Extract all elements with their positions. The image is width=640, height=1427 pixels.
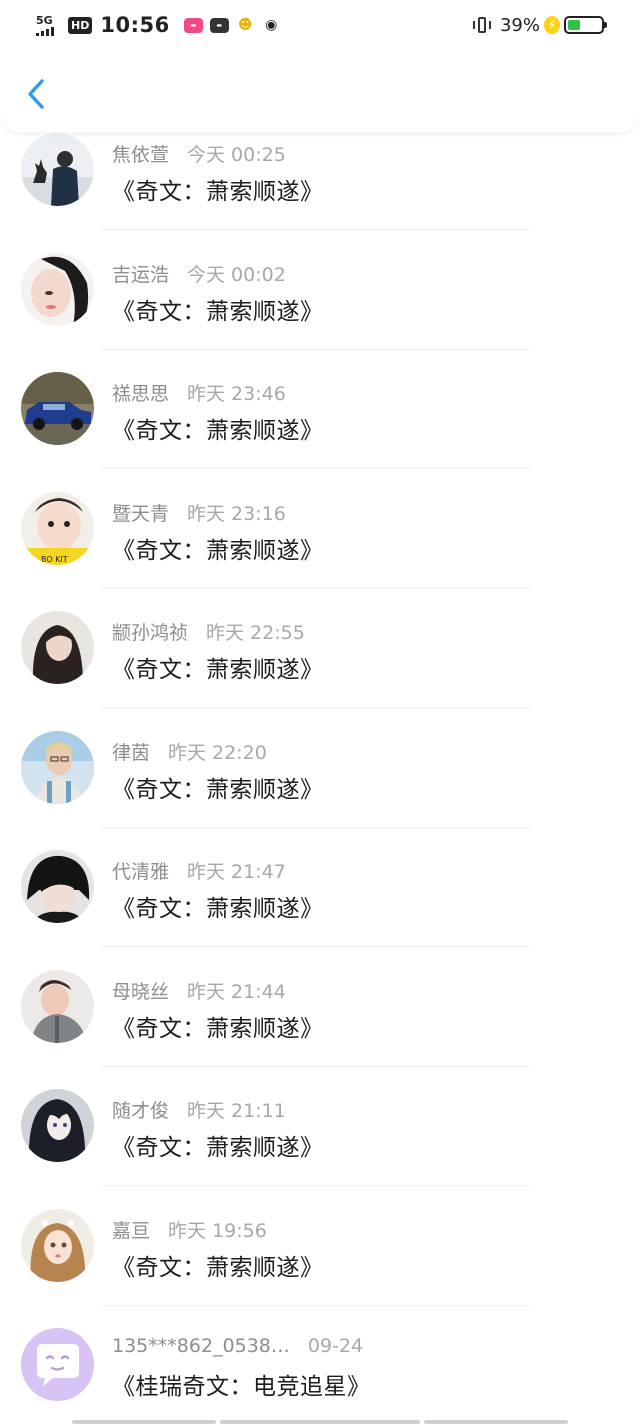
message-time: 昨天 22:55: [206, 622, 305, 644]
message-header: 随才俊 昨天 21:11: [112, 1096, 286, 1123]
divider: [100, 229, 530, 230]
sender-name: 暨天青: [112, 502, 170, 525]
message-item[interactable]: 随才俊 昨天 21:11 《奇文：萧索顺遂》: [0, 1086, 640, 1206]
divider: [100, 1065, 530, 1067]
divider: [100, 707, 530, 708]
message-text[interactable]: 《奇文：萧索顺遂》: [112, 292, 324, 326]
message-item[interactable]: 焦依萱 今天 00:25 《奇文：萧索顺遂》: [0, 130, 640, 250]
message-item[interactable]: 律茵 昨天 22:20 《奇文：萧索顺遂》: [0, 728, 640, 848]
signal-icon: 5G: [36, 13, 58, 37]
avatar[interactable]: BO KIT: [21, 491, 94, 565]
message-text[interactable]: 《奇文：萧索顺遂》: [112, 889, 324, 923]
message-header: 代清雅 昨天 21:47: [112, 857, 286, 884]
message-time: 昨天 21:47: [187, 861, 286, 883]
sender-name: 律茵: [112, 741, 151, 764]
network-type: 5G: [36, 14, 53, 27]
message-time: 昨天 22:20: [168, 741, 267, 764]
divider: [100, 1185, 530, 1186]
avatar[interactable]: [21, 252, 94, 326]
message-header: 禚思思 昨天 23:46: [112, 379, 286, 406]
charging-icon: ⚡: [544, 16, 560, 34]
message-time: 09-24: [307, 1335, 364, 1357]
sender-name: 焦依萱: [112, 144, 170, 166]
sender-name: 嘉亘: [112, 1219, 151, 1242]
sender-name: 吉运浩: [112, 263, 170, 286]
avatar[interactable]: [21, 850, 94, 923]
message-item[interactable]: BO KIT 暨天青 昨天 23:16 《奇文：萧索顺遂》: [0, 489, 640, 609]
clock: 10:56: [100, 13, 170, 37]
sender-name: 禚思思: [112, 383, 170, 405]
message-time: 昨天 23:46: [187, 383, 286, 405]
weibo-icon: ◉: [265, 17, 278, 33]
message-item[interactable]: 母晓丝 昨天 21:44 《奇文：萧索顺遂》: [0, 967, 640, 1087]
divider: [100, 587, 530, 589]
message-header: 135***862_0538… 09-24: [112, 1335, 363, 1357]
youku-icon: ▬: [209, 17, 229, 33]
message-text[interactable]: 《奇文：萧索顺遂》: [112, 1248, 324, 1282]
message-time: 昨天 19:56: [168, 1219, 267, 1242]
message-time: 今天 00:25: [187, 144, 286, 166]
sender-name: 母晓丝: [112, 980, 170, 1003]
message-item[interactable]: 吉运浩 今天 00:02 《奇文：萧索顺遂》: [0, 250, 640, 370]
avatar[interactable]: [21, 1089, 94, 1162]
hd-badge: HD: [68, 16, 93, 34]
divider: [100, 468, 530, 469]
sender-name: 135***862_0538…: [112, 1335, 290, 1357]
avatar[interactable]: [21, 372, 94, 445]
lofter-icon: ▬: [183, 17, 203, 33]
avatar[interactable]: [21, 969, 94, 1043]
back-button[interactable]: [22, 76, 52, 112]
message-text[interactable]: 《奇文：萧索顺遂》: [112, 1128, 324, 1162]
message-time: 昨天 21:11: [187, 1100, 286, 1122]
message-time: 昨天 21:44: [187, 980, 286, 1003]
sender-name: 随才俊: [112, 1100, 170, 1122]
status-left: 5G HD 10:56 ▬ ▬ ☻ ◉: [36, 10, 281, 40]
message-text[interactable]: 《奇文：萧索顺遂》: [112, 770, 324, 804]
battery-percent: 39%: [499, 14, 540, 36]
chevron-left-icon: [28, 79, 44, 109]
message-header: 律茵 昨天 22:20: [112, 738, 267, 765]
divider: [100, 826, 530, 828]
message-item[interactable]: 颛孙鸿祯 昨天 22:55 《奇文：萧索顺遂》: [0, 608, 640, 728]
divider: [100, 348, 530, 350]
vibrate-icon: [472, 15, 492, 35]
message-item[interactable]: 135***862_0538… 09-24 《桂瑞奇文：电竞追星》: [0, 1325, 640, 1427]
message-time: 今天 00:02: [187, 263, 286, 286]
message-header: 焦依萱 今天 00:25: [112, 140, 286, 167]
message-text[interactable]: 《奇文：萧索顺遂》: [112, 1009, 324, 1043]
battery-icon: [564, 16, 607, 34]
qq-icon: ☻: [237, 17, 253, 33]
chat-bubble-icon[interactable]: [21, 1328, 94, 1401]
avatar[interactable]: [21, 730, 94, 804]
message-header: 暨天青 昨天 23:16: [112, 499, 286, 526]
message-text[interactable]: 《奇文：萧索顺遂》: [112, 172, 324, 206]
message-item[interactable]: 禚思思 昨天 23:46 《奇文：萧索顺遂》: [0, 369, 640, 489]
message-header: 吉运浩 今天 00:02: [112, 260, 286, 287]
message-time: 昨天 23:16: [187, 502, 286, 525]
message-text[interactable]: 《奇文：萧索顺遂》: [112, 411, 324, 445]
svg-text:BO KIT: BO KIT: [41, 555, 68, 564]
top-nav-bar: [0, 52, 640, 132]
message-header: 颛孙鸿祯 昨天 22:55: [112, 618, 305, 645]
message-item[interactable]: 代清雅 昨天 21:47 《奇文：萧索顺遂》: [0, 847, 640, 967]
avatar[interactable]: [21, 133, 94, 206]
divider: [100, 1304, 530, 1306]
avatar[interactable]: [21, 611, 94, 684]
divider: [100, 946, 530, 947]
sender-name: 颛孙鸿祯: [112, 622, 189, 644]
message-header: 嘉亘 昨天 19:56: [112, 1216, 267, 1243]
message-text[interactable]: 《桂瑞奇文：电竞追星》: [112, 1367, 371, 1401]
sender-name: 代清雅: [112, 861, 170, 883]
status-bar: 5G HD 10:56 ▬ ▬ ☻ ◉ 39% ⚡: [0, 0, 640, 52]
message-text[interactable]: 《奇文：萧索顺遂》: [112, 531, 324, 565]
status-right: 39% ⚡: [472, 12, 607, 38]
message-item[interactable]: 嘉亘 昨天 19:56 《奇文：萧索顺遂》: [0, 1206, 640, 1326]
scroll-indicator: [0, 1418, 640, 1427]
message-text[interactable]: 《奇文：萧索顺遂》: [112, 650, 324, 684]
avatar[interactable]: [21, 1208, 94, 1282]
message-header: 母晓丝 昨天 21:44: [112, 977, 286, 1004]
